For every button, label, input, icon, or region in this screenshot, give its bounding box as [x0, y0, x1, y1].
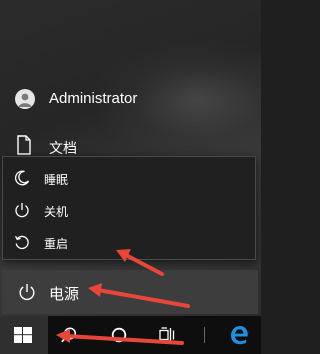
sleep-menu-item[interactable]: 睡眠 — [3, 163, 255, 193]
power-button[interactable]: 电源 — [2, 270, 258, 314]
user-avatar-icon — [15, 89, 35, 109]
edge-browser-button[interactable] — [218, 316, 261, 354]
search-icon — [61, 327, 77, 343]
start-menu: Administrator 文档 睡眠 关机 重启 电源 — [0, 0, 261, 316]
documents-label: 文档 — [49, 141, 77, 157]
moon-icon — [14, 170, 30, 190]
shutdown-label: 关机 — [44, 205, 69, 219]
user-name: Administrator — [49, 90, 138, 107]
edge-browser-icon — [231, 326, 248, 345]
power-button-label: 电源 — [49, 285, 80, 303]
restart-label: 重启 — [44, 237, 69, 251]
start-button[interactable] — [0, 316, 48, 354]
search-button[interactable] — [48, 316, 94, 354]
power-icon — [14, 202, 30, 222]
shutdown-menu-item[interactable]: 关机 — [3, 195, 255, 225]
task-view-icon — [159, 327, 175, 342]
windows-logo-icon — [14, 327, 32, 343]
restart-menu-item[interactable]: 重启 — [3, 227, 255, 257]
power-options-menu: 睡眠 关机 重启 — [2, 156, 256, 260]
task-view-button[interactable] — [144, 316, 190, 354]
taskbar-divider — [204, 327, 205, 343]
taskbar — [0, 316, 261, 354]
restart-icon — [14, 234, 30, 254]
power-icon — [18, 283, 36, 305]
cortana-icon — [111, 327, 127, 343]
user-account-item[interactable]: Administrator — [0, 84, 261, 114]
cortana-button[interactable] — [96, 316, 142, 354]
sleep-label: 睡眠 — [44, 173, 69, 187]
